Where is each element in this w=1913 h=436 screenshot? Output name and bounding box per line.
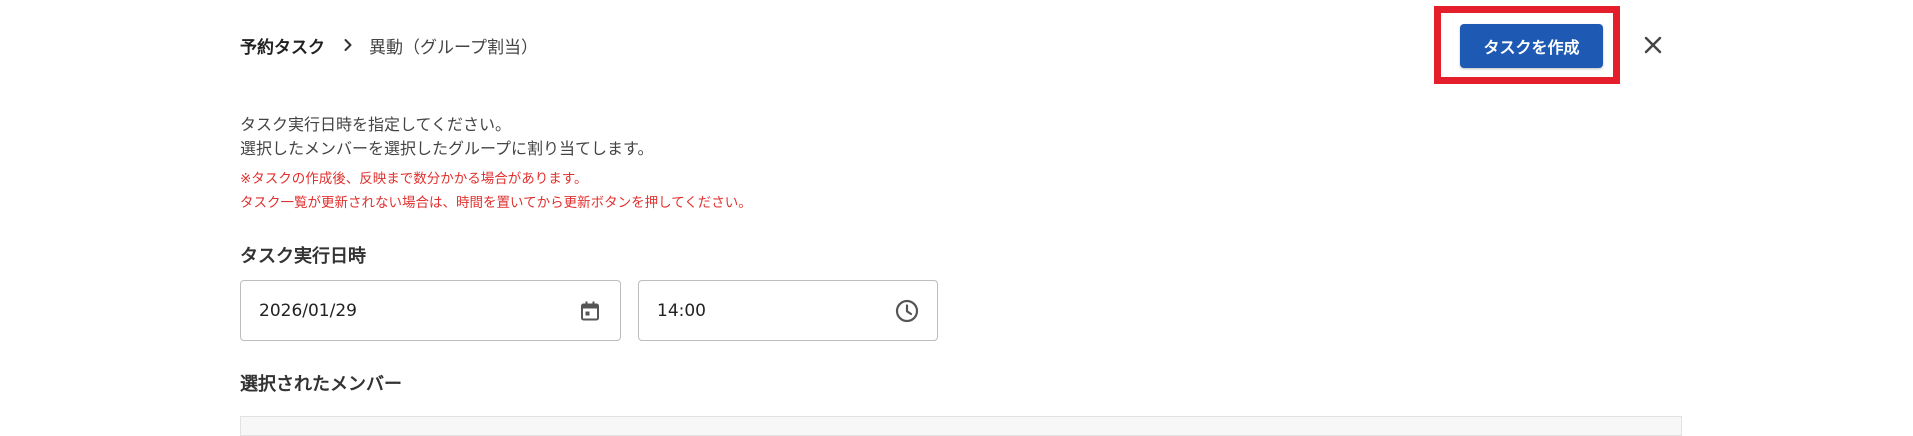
date-value[interactable]: 2026/01/29 [259, 301, 357, 321]
calendar-icon[interactable] [576, 297, 604, 325]
close-button[interactable] [1636, 28, 1670, 62]
breadcrumb: 予約タスク 異動（グループ割当） [240, 32, 538, 58]
warning-notes: ※タスクの作成後、反映まで数分かかる場合があります。 タスク一覧が更新されない場… [240, 167, 752, 215]
clock-icon[interactable] [893, 297, 921, 325]
date-field[interactable]: 2026/01/29 [240, 280, 621, 341]
intro-text: タスク実行日時を指定してください。 選択したメンバーを選択したグループに割り当て… [240, 113, 653, 161]
close-icon [1643, 35, 1663, 55]
note-line-1: ※タスクの作成後、反映まで数分かかる場合があります。 [240, 171, 588, 187]
time-value[interactable]: 14:00 [657, 301, 706, 321]
chevron-right-icon [341, 38, 355, 52]
time-field[interactable]: 14:00 [638, 280, 938, 341]
breadcrumb-root[interactable]: 予約タスク [240, 33, 325, 58]
schedule-heading: タスク実行日時 [240, 246, 366, 267]
intro-line-1: タスク実行日時を指定してください。 [240, 115, 512, 134]
create-task-button[interactable]: タスクを作成 [1460, 24, 1603, 68]
note-line-2: タスク一覧が更新されない場合は、時間を置いてから更新ボタンを押してください。 [240, 195, 752, 211]
members-list [240, 416, 1682, 436]
members-heading: 選択されたメンバー [240, 374, 402, 395]
intro-line-2: 選択したメンバーを選択したグループに割り当てします。 [240, 139, 654, 158]
breadcrumb-current: 異動（グループ割当） [369, 37, 538, 58]
